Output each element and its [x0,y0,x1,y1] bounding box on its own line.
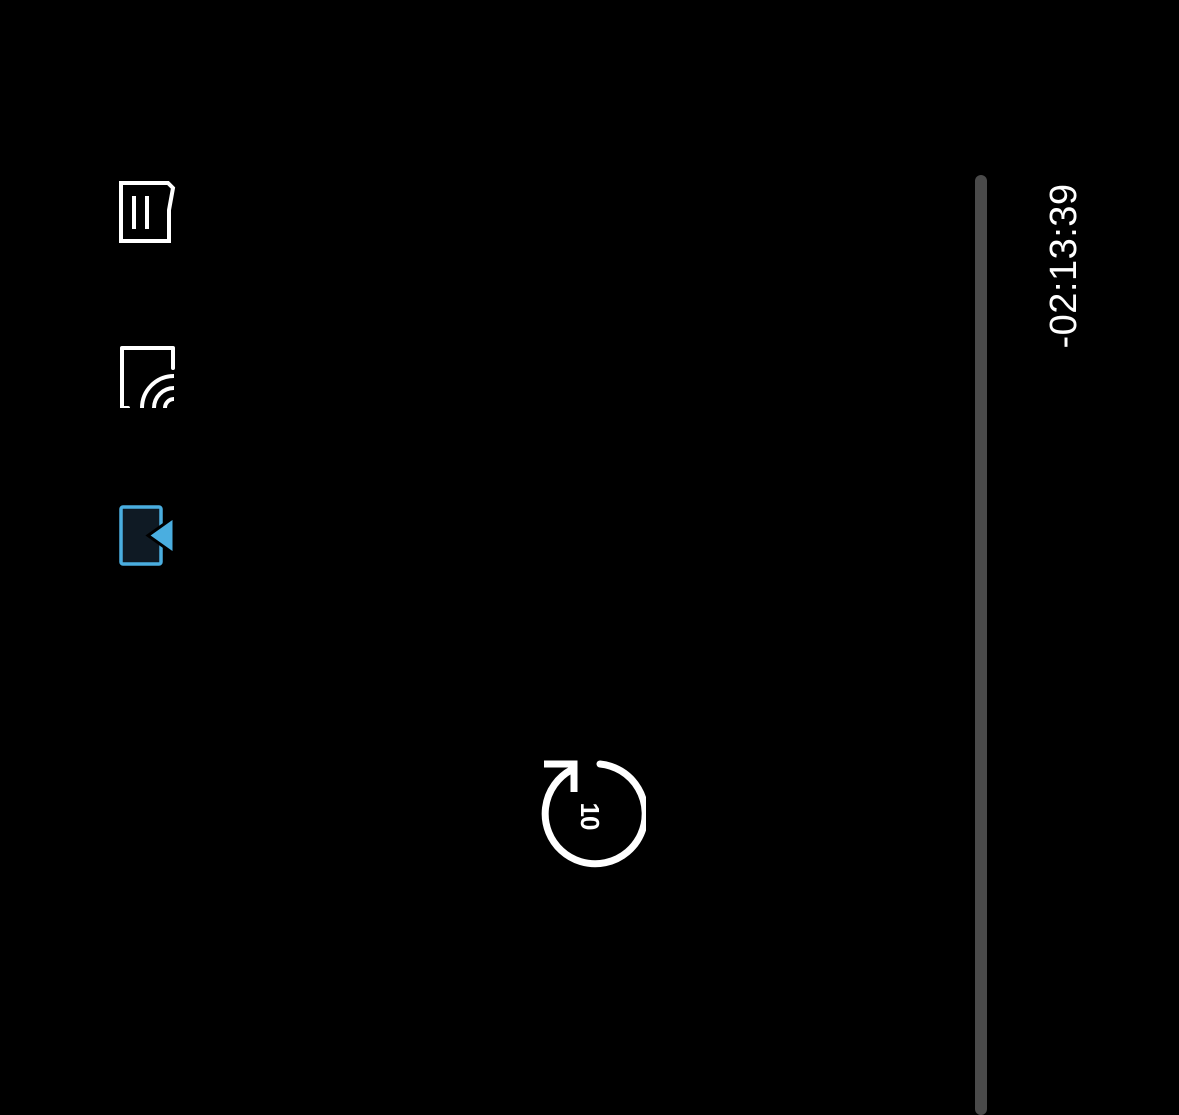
time-remaining: -02:13:39 [1043,183,1085,349]
episodes-icon [119,505,176,566]
rewind-10-button[interactable]: 10 [534,758,646,870]
cast-button[interactable] [118,344,176,408]
subtitles-button[interactable] [118,180,176,244]
rewind-seconds-label: 10 [575,802,605,830]
cast-icon [120,346,175,408]
seek-bar[interactable] [975,175,987,1115]
subtitles-icon [119,181,176,243]
episodes-button[interactable] [118,504,176,568]
